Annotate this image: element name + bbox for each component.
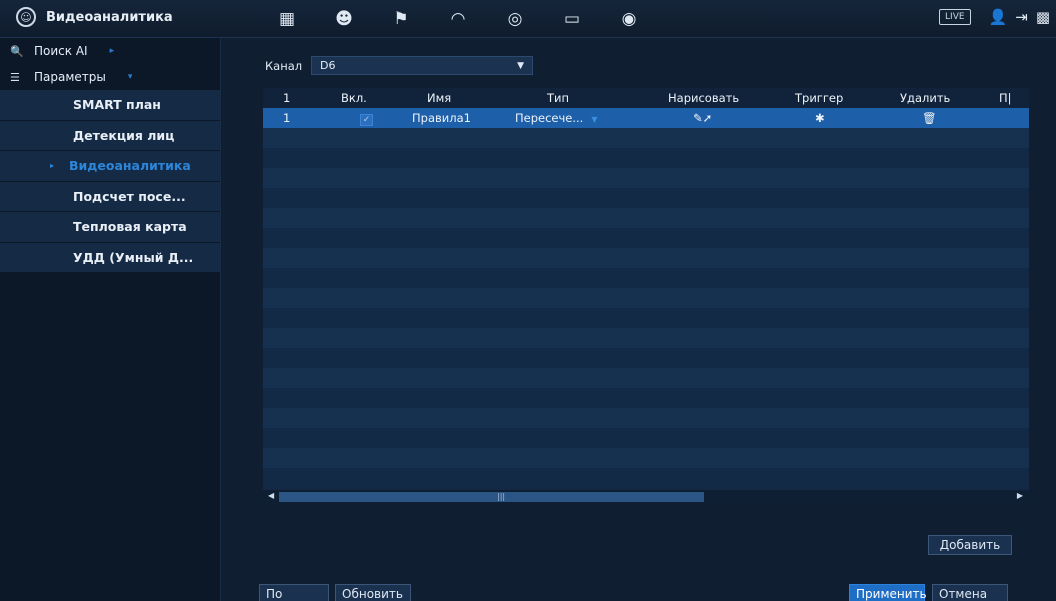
sidebar-item-search-ai[interactable]: 🔍 Поиск AI ▸ [0,38,220,64]
delete-icon[interactable]: 🗑 [922,108,937,128]
table-row [263,148,1029,168]
table-row [263,128,1029,148]
table-row [263,348,1029,368]
top-icon-bar: ▦ ☻ ⚑ ◠ ◎ ▭ ◉ [270,0,669,38]
column-header: Удалить [900,91,951,105]
chevron-down-icon: ▼ [591,115,598,124]
refresh-button[interactable]: Обновить [335,584,411,601]
audio-icon[interactable]: ◉ [612,0,646,38]
table-header: 1 Вкл. Имя Тип Нарисовать Триггер Удалит… [263,88,1029,108]
channel-label: Канал [265,58,303,73]
channel-row: Канал D6 ▼ [265,56,533,75]
column-header: 1 [283,91,291,105]
table-row [263,268,1029,288]
rules-table: 1 Вкл. Имя Тип Нарисовать Триггер Удалит… [263,88,1029,504]
add-button[interactable]: Добавить [928,535,1012,555]
gear-icon[interactable]: ✱ [815,108,825,128]
grip-icon: ||| [497,492,506,501]
live-button[interactable]: LIVE [939,9,971,25]
sidebar-item-video-analytics[interactable]: ▸ Видеоаналитика [0,151,220,182]
table-row [263,408,1029,428]
speed-gauge-icon[interactable]: ◠ [441,0,475,38]
app-title: Видеоаналитика [46,9,173,25]
sidebar: 🔍 Поиск AI ▸ ☰ Параметры ▾ SMART план Де… [0,38,221,601]
sidebar-item-people-count[interactable]: Подсчет посе... [0,181,220,212]
sidebar-item-parameters[interactable]: ☰ Параметры ▾ [0,64,220,90]
app-title-block: ☺ Видеоаналитика [16,7,173,27]
face-ai-icon: ☺ [16,7,36,27]
sidebar-item-label: УДД (Умный Д... [73,249,194,265]
row-number: 1 [283,111,291,125]
table-row [263,168,1029,188]
enabled-checkbox[interactable]: ✓ [360,108,373,128]
sidebar-item-smart-alarm[interactable]: УДД (Умный Д... [0,242,220,273]
alarm-icon[interactable]: ⚑ [384,0,418,38]
table-row [263,188,1029,208]
table-row [263,448,1029,468]
table-row [263,288,1029,308]
draw-icon[interactable]: ✎➚ [693,108,712,128]
channel-value: D6 [320,59,336,72]
column-header: Имя [427,91,452,105]
app-window: ☺ Видеоаналитика ▦ ☻ ⚑ ◠ ◎ ▭ ◉ LIVE 👤 ⇥ … [0,0,1056,601]
table-row [263,308,1029,328]
default-button[interactable]: По умолч... [259,584,329,601]
record-icon[interactable]: ◎ [498,0,532,38]
rule-type-select[interactable]: Пересече... ▼ [515,108,598,128]
monitor-icon[interactable]: ▭ [555,0,589,38]
sidebar-item-label: SMART план [73,97,161,113]
channel-select[interactable]: D6 ▼ [311,56,533,75]
rule-name[interactable]: Правила1 [412,108,471,128]
top-right-controls: LIVE 👤 ⇥ ▩ [939,8,1050,26]
sidebar-item-face-detection[interactable]: Детекция лиц [0,120,220,151]
scroll-right-icon[interactable]: ▶ [1017,491,1023,500]
search-icon: 🔍 [10,44,24,58]
rule-type-value: Пересече... [515,111,584,125]
chevron-right-icon: ▸ [109,46,115,56]
table-row [263,248,1029,268]
column-header: Триггер [795,91,844,105]
table-row [263,388,1029,408]
chevron-right-icon: ▸ [50,161,55,171]
table-row [263,468,1029,488]
apply-button[interactable]: Применить [849,584,927,601]
qr-code-icon[interactable]: ▩ [1036,8,1050,26]
chevron-down-icon: ▾ [127,72,133,82]
sidebar-item-heat-map[interactable]: Тепловая карта [0,212,220,243]
column-header: Вкл. [341,91,367,105]
main-panel: Канал D6 ▼ 1 Вкл. Имя Тип Нарисовать Три… [222,38,1056,601]
sidebar-item-label: Видеоаналитика [69,158,191,174]
scrollbar-thumb[interactable]: ||| [279,492,704,502]
table-row [263,428,1029,448]
horizontal-scrollbar[interactable]: ◀ ||| ▶ [263,490,1029,504]
cancel-button[interactable]: Отмена [932,584,1008,601]
top-bar: ☺ Видеоаналитика ▦ ☻ ⚑ ◠ ◎ ▭ ◉ LIVE 👤 ⇥ … [0,0,1056,38]
table-row [263,328,1029,348]
sidebar-item-smart-plan[interactable]: SMART план [0,90,220,121]
table-row[interactable]: 1 ✓ Правила1 Пересече... ▼ ✎➚ ✱ 🗑 [263,108,1029,128]
user-icon[interactable]: 👤 [989,8,1008,26]
face-ai-icon[interactable]: ☻ [327,0,361,38]
table-row [263,368,1029,388]
sidebar-item-label: Детекция лиц [73,127,175,143]
sidebar-item-label: Поиск AI [34,44,88,58]
column-header: П| [999,91,1012,105]
column-header: Нарисовать [668,91,740,105]
sidebar-item-label: Параметры [34,70,106,84]
sidebar-item-label: Подсчет посе... [73,188,186,204]
chevron-down-icon: ▼ [517,60,524,71]
list-icon: ☰ [10,70,20,84]
table-row [263,208,1029,228]
logout-icon[interactable]: ⇥ [1015,8,1028,26]
column-header: Тип [547,91,570,105]
sidebar-item-label: Тепловая карта [73,219,187,235]
scroll-left-icon[interactable]: ◀ [268,491,274,500]
table-row [263,228,1029,248]
video-icon[interactable]: ▦ [270,0,304,38]
check-icon: ✓ [360,114,373,126]
